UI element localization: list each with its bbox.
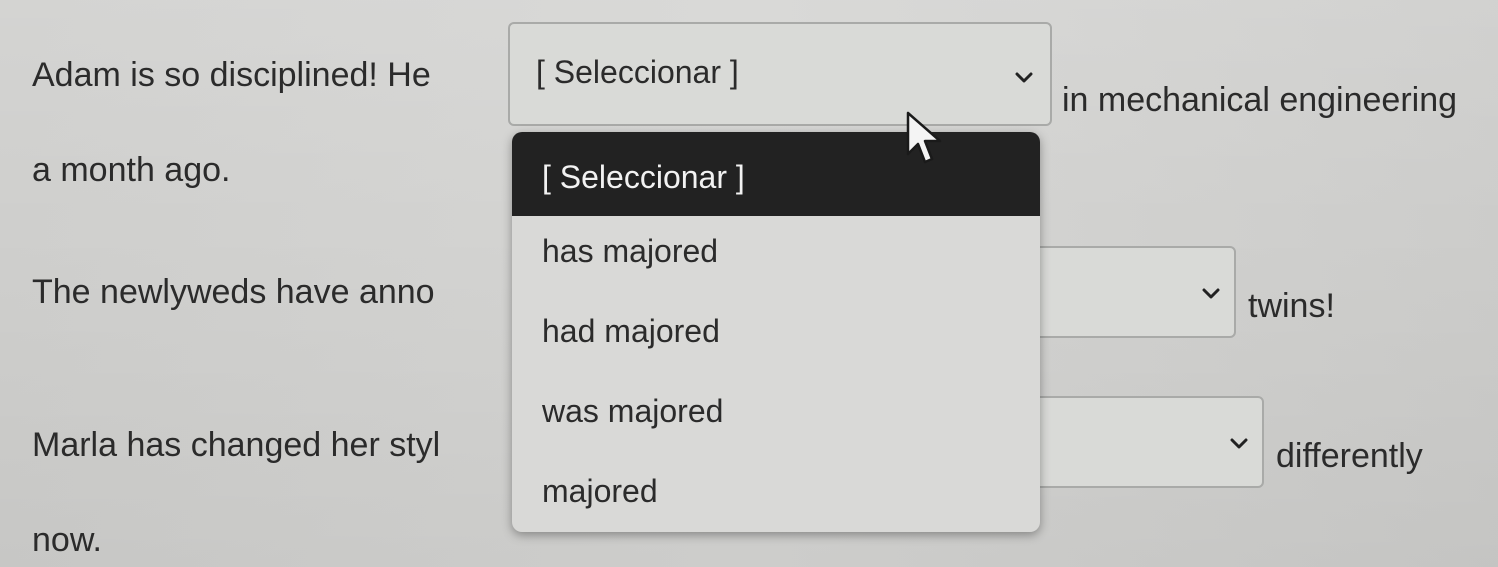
chevron-down-icon <box>1015 72 1033 83</box>
dropdown-option-had-majored[interactable]: had majored <box>542 312 720 350</box>
sentence-1-select-value: [ Seleccionar ] <box>536 54 739 90</box>
dropdown-option-majored[interactable]: majored <box>542 472 658 510</box>
dropdown-option-was-majored[interactable]: was majored <box>542 392 723 430</box>
sentence-1-text-after: in mechanical engineering <box>1062 81 1458 119</box>
dropdown-option-has-majored[interactable]: has majored <box>542 232 718 270</box>
dropdown-option-label: [ Seleccionar ] <box>542 159 745 195</box>
dropdown-menu: [ Seleccionar ] has majored had majored … <box>512 132 1040 532</box>
chevron-down-icon <box>1202 288 1220 299</box>
sentence-1-text-continued: a month ago. <box>32 151 231 189</box>
dropdown-option-highlighted[interactable]: [ Seleccionar ] <box>512 132 1040 216</box>
sentence-1-select[interactable]: [ Seleccionar ] <box>508 22 1052 126</box>
sentence-2-text-before: The newlyweds have anno <box>32 273 435 311</box>
sentence-3-text-before: Marla has changed her styl <box>32 426 441 464</box>
chevron-down-icon <box>1230 438 1248 449</box>
sentence-3-text-after: differently <box>1276 437 1423 475</box>
mouse-pointer-icon <box>906 111 942 164</box>
sentence-1-text-before: Adam is so disciplined! He <box>32 56 431 94</box>
sentence-3-text-continued: now. <box>32 521 102 559</box>
sentence-2-text-after: twins! <box>1248 287 1335 325</box>
